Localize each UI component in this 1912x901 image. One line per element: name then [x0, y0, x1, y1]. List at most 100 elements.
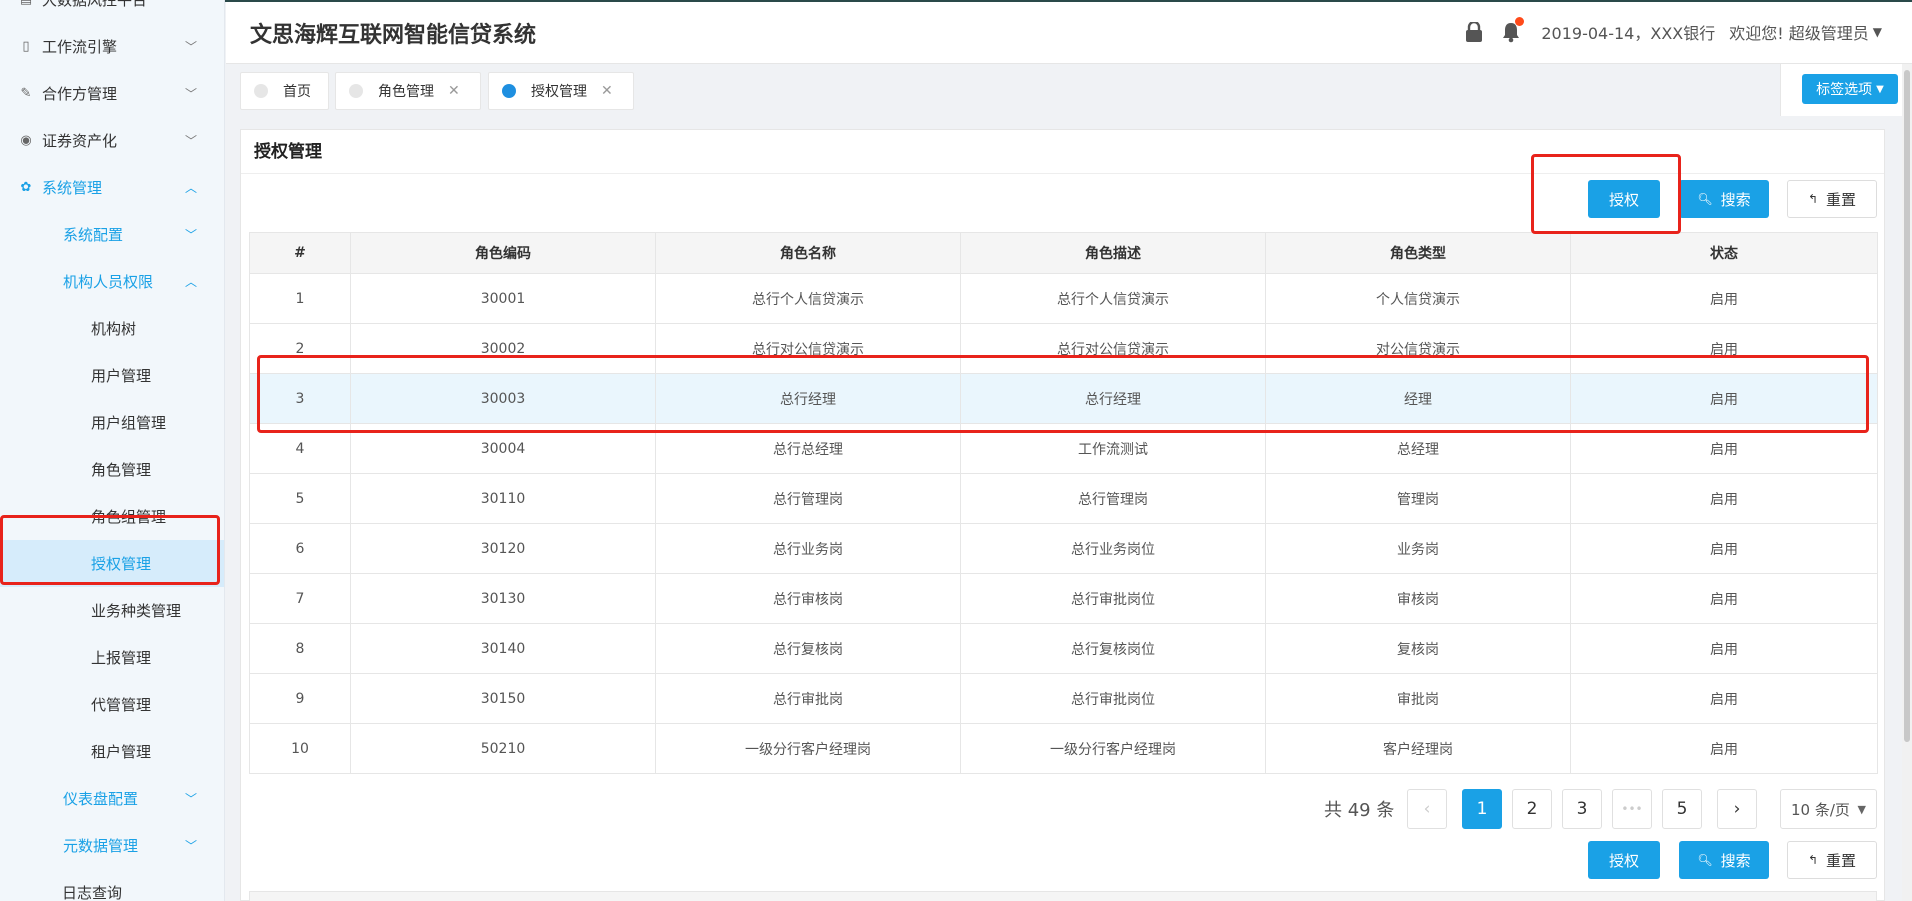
tab-options-button[interactable]: 标签选项 ▼ — [1802, 74, 1898, 104]
chevron-down-icon: ﹀ — [184, 0, 197, 7]
col-header-role-code[interactable]: 角色编码 — [350, 232, 656, 274]
search-icon: 🔍︎ — [1697, 853, 1713, 867]
cell-status: 启用 — [1570, 723, 1878, 774]
sidebar-item-system-config[interactable]: 系统配置 ﹀ — [0, 211, 224, 258]
caret-down-icon: ▼ — [1876, 83, 1884, 95]
notification-dot — [1515, 17, 1525, 26]
tab-dot-icon — [349, 84, 363, 98]
search-button-bottom[interactable]: 🔍︎ 搜索 — [1679, 841, 1769, 879]
annotation-box-sidebar — [0, 515, 220, 585]
table-row[interactable]: 5 30110 总行管理岗 总行管理岗 管理岗 启用 — [249, 473, 1878, 524]
sidebar-item-risk-platform[interactable]: ▤ 大数据风控平台 ﹀ — [0, 0, 224, 23]
app-title: 文思海辉互联网智能信贷系统 — [250, 23, 537, 48]
page-3-button[interactable]: 3 — [1562, 789, 1602, 829]
chevron-left-icon: ‹ — [1423, 799, 1431, 819]
lock-icon[interactable] — [1465, 20, 1483, 42]
sidebar-item-user-mgmt[interactable]: 用户管理 — [0, 352, 224, 399]
col-header-role-desc[interactable]: 角色描述 — [960, 232, 1266, 274]
bell-icon[interactable] — [1501, 17, 1525, 43]
header-user-area: 2019-04-14，XXX银行 欢迎您! 超级管理员 ▼ — [1465, 17, 1882, 44]
cell-role-name: 一级分行客户经理岗 — [655, 723, 961, 774]
table-row[interactable]: 6 30120 总行业务岗 总行业务岗位 业务岗 启用 — [249, 523, 1878, 574]
cell-role-code: 30001 — [350, 273, 656, 324]
mobile-icon: ▯ — [22, 39, 30, 54]
cell-role-code: 30140 — [350, 623, 656, 674]
page-ellipsis[interactable]: ••• — [1612, 789, 1652, 829]
undo-icon: ↰ — [1807, 192, 1819, 206]
cell-role-type: 审批岗 — [1265, 673, 1571, 724]
chevron-down-icon: ﹀ — [184, 40, 197, 54]
col-header-index[interactable]: # — [249, 232, 351, 274]
sidebar-item-partner[interactable]: ✎ 合作方管理 ﹀ — [0, 70, 224, 117]
cell-index: 7 — [249, 573, 351, 624]
caret-down-icon[interactable]: ▼ — [1873, 25, 1882, 39]
tab-home[interactable]: 首页 — [240, 72, 329, 110]
cell-index: 10 — [249, 723, 351, 774]
page-1-button[interactable]: 1 — [1462, 789, 1502, 829]
sidebar-item-metadata-mgmt[interactable]: 元数据管理 ﹀ — [0, 822, 224, 869]
cell-role-type: 审核岗 — [1265, 573, 1571, 624]
table-row[interactable]: 1 30001 总行个人信贷演示 总行个人信贷演示 个人信贷演示 启用 — [249, 273, 1878, 324]
second-table-header-edge — [249, 891, 1877, 901]
table-row[interactable]: 8 30140 总行复核岗 总行复核岗位 复核岗 启用 — [249, 623, 1878, 674]
page-scrollbar[interactable] — [1902, 64, 1912, 901]
sidebar-item-tenant-mgmt[interactable]: 租户管理 — [0, 728, 224, 775]
cell-index: 1 — [249, 273, 351, 324]
table-row[interactable]: 10 50210 一级分行客户经理岗 一级分行客户经理岗 客户经理岗 启用 — [249, 723, 1878, 774]
sidebar-item-securitization[interactable]: ◉ 证券资产化 ﹀ — [0, 117, 224, 164]
cell-role-code: 50210 — [350, 723, 656, 774]
table-row[interactable]: 9 30150 总行审批岗 总行审批岗位 审批岗 启用 — [249, 673, 1878, 724]
col-header-role-name[interactable]: 角色名称 — [655, 232, 961, 274]
cell-role-code: 30120 — [350, 523, 656, 574]
scrollbar-thumb[interactable] — [1904, 70, 1910, 742]
brush-icon: ✎ — [20, 86, 32, 101]
auth-button-bottom[interactable]: 授权 — [1588, 841, 1660, 879]
sidebar-item-report-mgmt[interactable]: 上报管理 — [0, 634, 224, 681]
sidebar-item-custody-mgmt[interactable]: 代管管理 — [0, 681, 224, 728]
chart-icon: ▤ — [18, 0, 34, 7]
next-page-button[interactable]: › — [1717, 789, 1757, 829]
cell-index: 8 — [249, 623, 351, 674]
tab-bar: 首页 角色管理 ✕ 授权管理 ✕ 标签选项 ▼ — [226, 64, 1912, 116]
page-size-select[interactable]: 10 条/页 ▼ — [1780, 789, 1877, 829]
sidebar-item-usergroup-mgmt[interactable]: 用户组管理 — [0, 399, 224, 446]
tab-dot-icon — [502, 84, 516, 98]
chevron-down-icon: ﹀ — [184, 87, 197, 101]
close-icon[interactable]: ✕ — [448, 83, 460, 99]
sidebar-item-org-permission[interactable]: 机构人员权限 ︿ — [0, 258, 224, 305]
gear-icon: ✿ — [20, 180, 32, 195]
sidebar-item-business-type[interactable]: 业务种类管理 — [0, 587, 224, 634]
tab-auth-mgmt[interactable]: 授权管理 ✕ — [488, 72, 634, 110]
close-icon[interactable]: ✕ — [601, 83, 613, 99]
top-header: 文思海辉互联网智能信贷系统 2019-04-14，XXX银行 欢迎您! 超级管理… — [226, 2, 1912, 64]
sidebar-item-role-mgmt[interactable]: 角色管理 — [0, 446, 224, 493]
search-button-top[interactable]: 🔍︎ 搜索 — [1679, 180, 1769, 218]
tab-role-mgmt[interactable]: 角色管理 ✕ — [335, 72, 481, 110]
cell-role-name: 总行个人信贷演示 — [655, 273, 961, 324]
page-2-button[interactable]: 2 — [1512, 789, 1552, 829]
reset-button-bottom[interactable]: ↰ 重置 — [1787, 841, 1877, 879]
cell-role-desc: 总行审批岗位 — [960, 673, 1266, 724]
table-header-row: # 角色编码 角色名称 角色描述 角色类型 状态 — [249, 232, 1878, 274]
cell-role-desc: 一级分行客户经理岗 — [960, 723, 1266, 774]
page-5-button[interactable]: 5 — [1662, 789, 1702, 829]
cell-role-code: 30110 — [350, 473, 656, 524]
sidebar-item-workflow[interactable]: ▯ 工作流引擎 ﹀ — [0, 23, 224, 70]
chevron-down-icon: ﹀ — [184, 228, 197, 242]
welcome-user-menu[interactable]: 欢迎您! 超级管理员 — [1729, 20, 1869, 44]
cell-status: 启用 — [1570, 523, 1878, 574]
cell-role-desc: 总行业务岗位 — [960, 523, 1266, 574]
sidebar-item-system[interactable]: ✿ 系统管理 ︿ — [0, 164, 224, 211]
cell-status: 启用 — [1570, 573, 1878, 624]
table-row[interactable]: 7 30130 总行审核岗 总行审批岗位 审核岗 启用 — [249, 573, 1878, 624]
cell-role-name: 总行审批岗 — [655, 673, 961, 724]
col-header-status[interactable]: 状态 — [1570, 232, 1878, 274]
reset-button-top[interactable]: ↰ 重置 — [1787, 180, 1877, 218]
sidebar-item-org-tree[interactable]: 机构树 — [0, 305, 224, 352]
sidebar-item-log-query[interactable]: 日志查询 — [0, 869, 224, 901]
cell-role-code: 30130 — [350, 573, 656, 624]
sidebar-item-dashboard-config[interactable]: 仪表盘配置 ﹀ — [0, 775, 224, 822]
col-header-role-type[interactable]: 角色类型 — [1265, 232, 1571, 274]
annotation-box-row — [257, 355, 1869, 433]
prev-page-button[interactable]: ‹ — [1407, 789, 1447, 829]
